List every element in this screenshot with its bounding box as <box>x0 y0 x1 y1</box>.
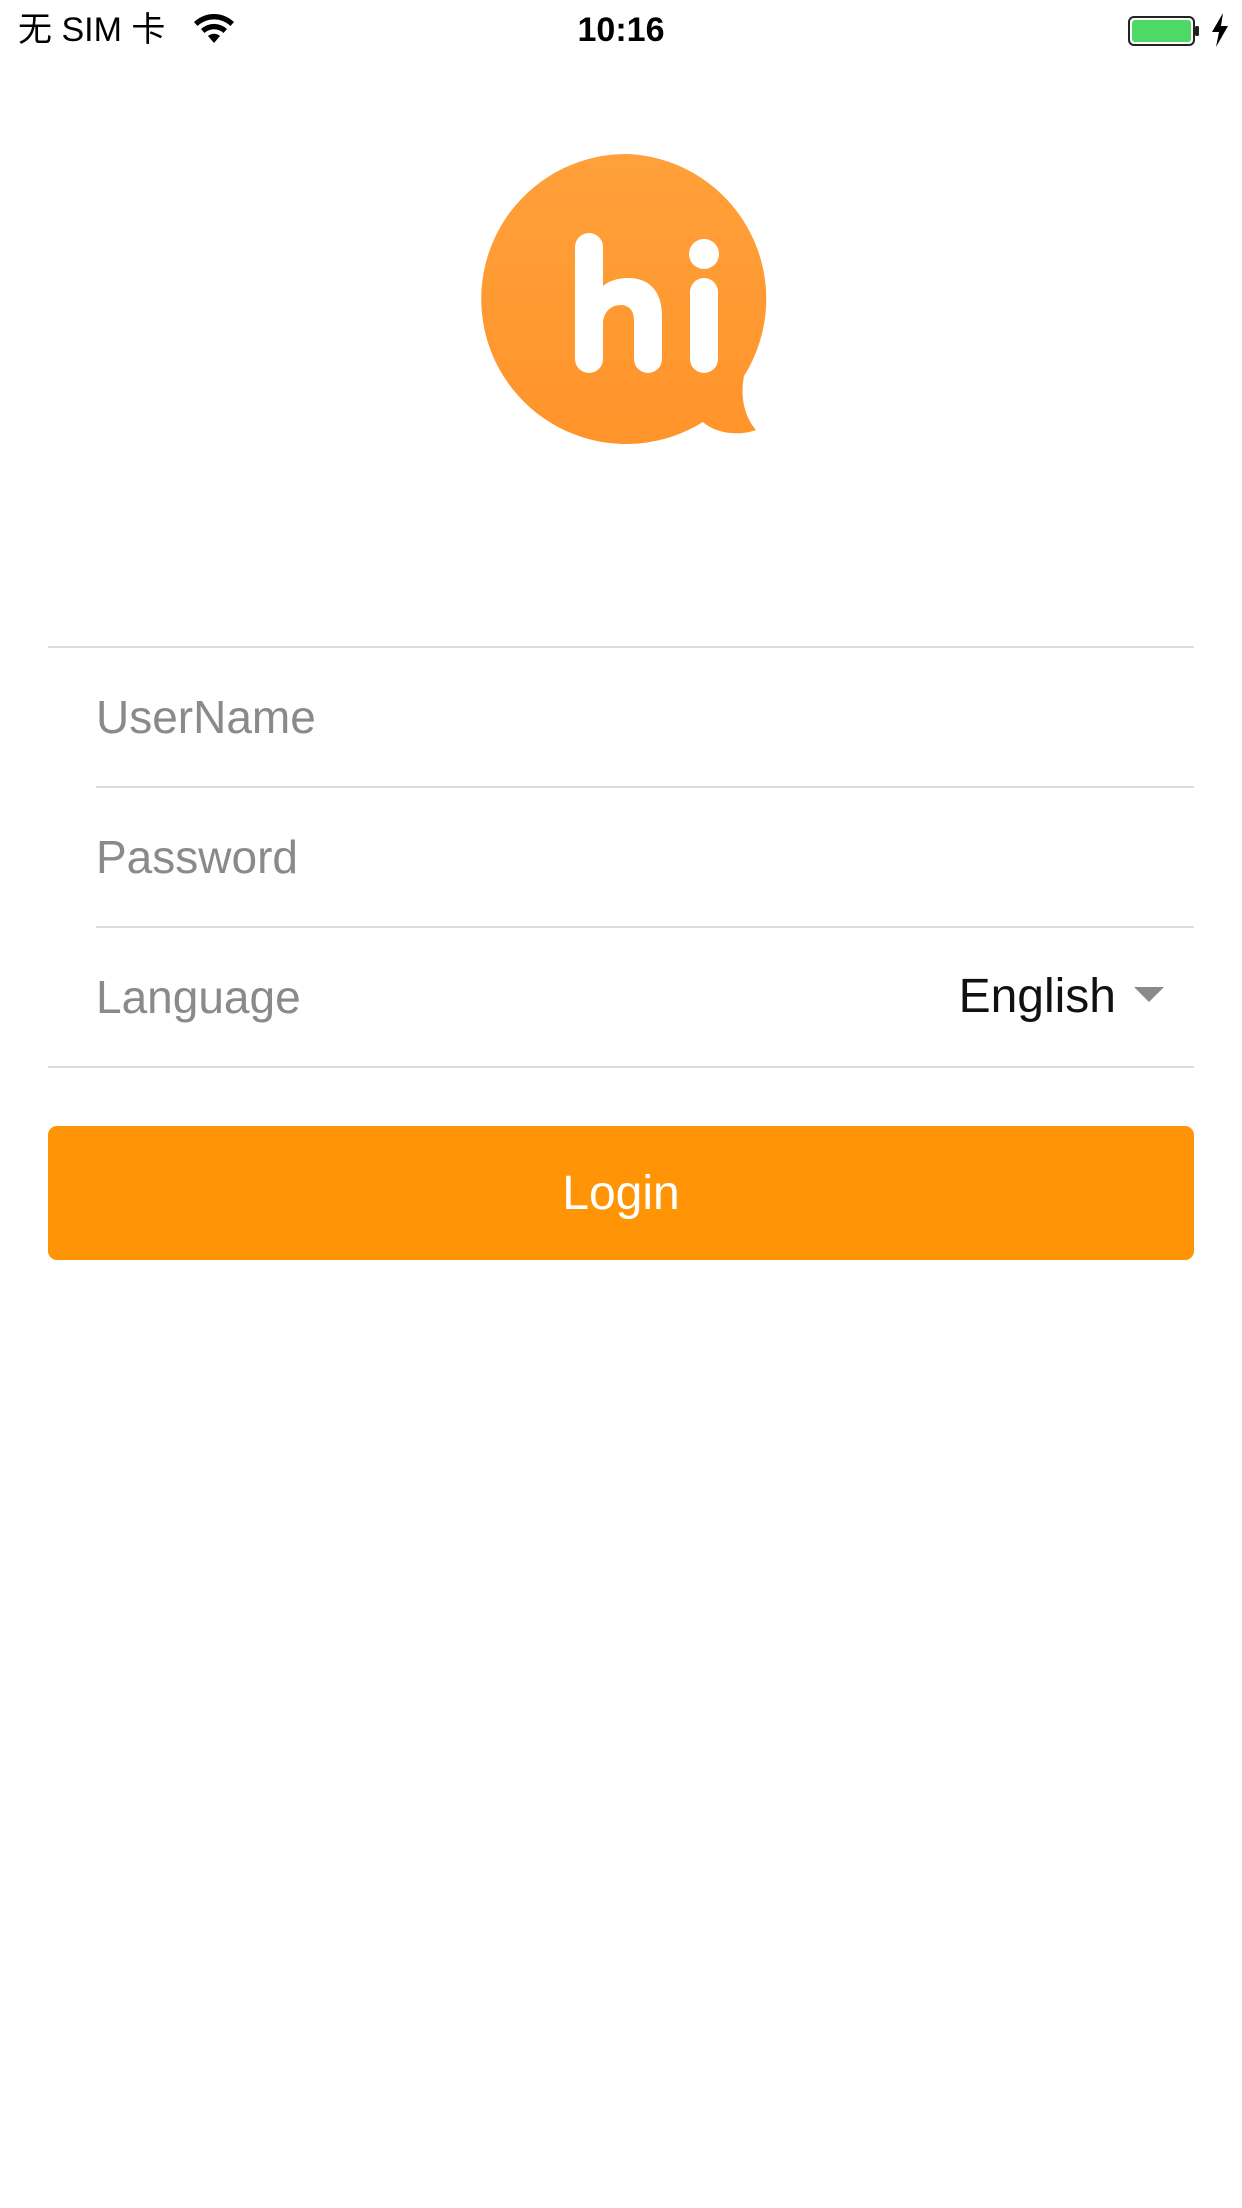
password-row <box>96 788 1194 926</box>
login-screen: 无 SIM 卡 10:16 UserName Language English … <box>0 0 1242 2208</box>
language-label: Language <box>96 971 301 1023</box>
status-bar: 无 SIM 卡 10:16 <box>0 0 1242 60</box>
charging-icon <box>1212 13 1228 47</box>
password-input[interactable] <box>96 788 1156 926</box>
divider <box>48 1066 1194 1068</box>
language-row: Language English <box>96 928 1194 1066</box>
login-form: Language English <box>48 646 1194 1068</box>
language-value: English <box>958 970 1116 1023</box>
hi-logo <box>481 153 767 444</box>
battery-icon <box>1128 16 1199 46</box>
chevron-down-icon <box>1134 987 1164 1002</box>
language-dropdown[interactable]: English <box>959 928 1164 1066</box>
login-button[interactable]: Login <box>48 1126 1194 1260</box>
username-row <box>96 648 1194 786</box>
username-input[interactable] <box>96 648 1156 786</box>
status-time: 10:16 <box>577 11 665 49</box>
